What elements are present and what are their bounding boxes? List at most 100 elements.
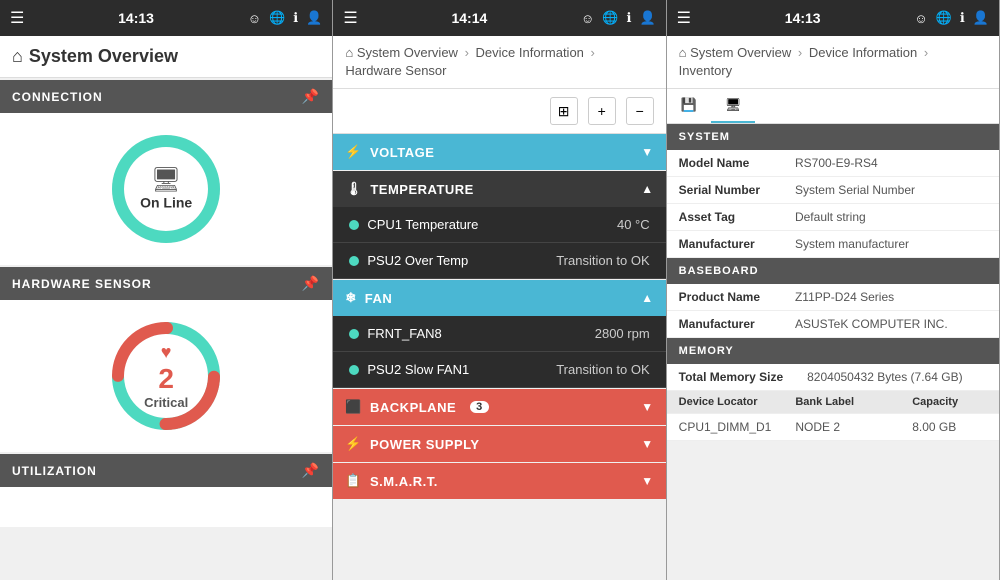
connection-donut: 🖥 On Line (106, 129, 226, 249)
topbar-panel3: ☰ 14:13 ☺ 🌐 ℹ 👤 (667, 0, 999, 36)
panel-hardware-sensor: ☰ 14:14 ☺ 🌐 ℹ 👤 ⌂ System Overview › Devi… (333, 0, 666, 580)
sensor-item-psu2-fan1: PSU2 Slow FAN1 Transition to OK (333, 352, 665, 388)
table-row: Manufacturer System manufacturer (667, 231, 999, 258)
page-title-panel1: ⌂ System Overview (0, 36, 332, 78)
critical-label: ♥ 2 Critical (144, 342, 188, 410)
critical-donut: ♥ 2 Critical (106, 316, 226, 436)
sensor-dot-psu2-temp (349, 256, 359, 266)
sensor-value-psu2-temp: Transition to OK (556, 253, 649, 268)
pin-icon-utilization: 📌 (302, 462, 320, 479)
pin-icon-connection: 📌 (302, 88, 320, 105)
voltage-icon: ⚡ (345, 144, 362, 160)
topbar-panel2: ☰ 14:14 ☺ 🌐 ℹ 👤 (333, 0, 665, 36)
panel-inventory: ☰ 14:13 ☺ 🌐 ℹ 👤 ⌂ System Overview › Devi… (667, 0, 1000, 580)
menu-icon-p3[interactable]: ☰ (677, 8, 691, 28)
menu-icon-p2[interactable]: ☰ (343, 8, 357, 28)
backplane-icon: ⬛ (345, 399, 362, 415)
manufacturer-base-key: Manufacturer (667, 311, 783, 338)
smart-icon: 📋 (345, 473, 362, 489)
table-row: Manufacturer ASUSTeK COMPUTER INC. (667, 311, 999, 338)
hardware-sensor-section-header: HARDWARE SENSOR 📌 (0, 267, 332, 300)
sensor-item-frnt-fan8: FRNT_FAN8 2800 rpm (333, 316, 665, 352)
grid-view-button[interactable]: ⊞ (550, 97, 578, 125)
sensor-item-cpu1-temp: CPU1 Temperature 40 °C (333, 207, 665, 243)
backplane-section: ⬛ BACKPLANE 3 ▼ (333, 389, 665, 425)
sensor-value-frnt-fan8: 2800 rpm (595, 326, 650, 341)
sensor-dot-frnt-fan8 (349, 329, 359, 339)
product-name-value: Z11PP-D24 Series (783, 284, 999, 311)
smart-label: S.M.A.R.T. (370, 474, 438, 489)
sensor-dot-cpu1 (349, 220, 359, 230)
memory-row: CPU1_DIMM_D1 NODE 2 8.00 GB (667, 414, 999, 441)
sensor-name-psu2-temp: PSU2 Over Temp (367, 253, 468, 268)
system-inv-header: SYSTEM (667, 124, 999, 150)
table-row: Asset Tag Default string (667, 204, 999, 231)
voltage-chevron: ▼ (641, 145, 653, 159)
power-supply-icon: ⚡ (345, 436, 362, 452)
memory-inv-header: MEMORY (667, 338, 999, 364)
breadcrumb-panel3: ⌂ System Overview › Device Information ›… (667, 36, 999, 89)
user-icon-p3: 👤 (973, 10, 989, 26)
table-row: Product Name Z11PP-D24 Series (667, 284, 999, 311)
critical-text: Critical (144, 395, 188, 410)
user-icon-p2: 👤 (639, 10, 655, 26)
temperature-section: 🌡 TEMPERATURE ▲ CPU1 Temperature 40 °C P… (333, 171, 665, 279)
baseboard-section-label: BASEBOARD (679, 265, 759, 277)
col-capacity: Capacity (900, 391, 999, 414)
voltage-label: VOLTAGE (370, 145, 434, 160)
utilization-content (0, 487, 332, 527)
temperature-chevron: ▲ (641, 182, 653, 196)
heart-icon: ♥ (144, 342, 188, 363)
utilization-section-header: UTILIZATION 📌 (0, 454, 332, 487)
connection-content: 🖥 On Line (0, 113, 332, 265)
time-panel1: 14:13 (32, 10, 239, 26)
menu-icon[interactable]: ☰ (10, 8, 24, 28)
memory-inv-table: Total Memory Size 8204050432 Bytes (7.64… (667, 364, 999, 391)
col-device-locator: Device Locator (667, 391, 784, 414)
manufacturer-sys-key: Manufacturer (667, 231, 783, 258)
user-icon-p1: 👤 (306, 10, 322, 26)
globe-icon-p1: 🌐 (269, 10, 285, 26)
monitor-icon: 🖥 (140, 166, 192, 195)
remove-button[interactable]: − (626, 97, 654, 125)
smile-icon-p3: ☺ (914, 11, 927, 26)
fan-header[interactable]: ❄ FAN ▲ (333, 280, 665, 316)
sensor-name-psu2-fan1: PSU2 Slow FAN1 (367, 362, 469, 377)
connection-label: CONNECTION (12, 90, 103, 104)
panel3-scroll: SYSTEM Model Name RS700-E9-RS4 Serial Nu… (667, 124, 999, 580)
backplane-header[interactable]: ⬛ BACKPLANE 3 ▼ (333, 389, 665, 425)
memory-col-headers: Device Locator Bank Label Capacity (667, 391, 999, 414)
power-supply-header[interactable]: ⚡ POWER SUPPLY ▼ (333, 426, 665, 462)
product-name-key: Product Name (667, 284, 783, 311)
utilization-label: UTILIZATION (12, 464, 97, 478)
power-supply-section: ⚡ POWER SUPPLY ▼ (333, 426, 665, 462)
panel-system-overview: ☰ 14:13 ☺ 🌐 ℹ 👤 ⌂ System Overview CONNEC… (0, 0, 333, 580)
total-memory-value: 8204050432 Bytes (7.64 GB) (795, 364, 999, 391)
panel1-scroll: CONNECTION 📌 🖥 On Line HARDWARE SENSOR 📌 (0, 78, 332, 580)
voltage-header[interactable]: ⚡ VOLTAGE ▼ (333, 134, 665, 170)
panel2-scroll: ⚡ VOLTAGE ▼ 🌡 TEMPERATURE ▲ CPU1 Tempera… (333, 134, 665, 580)
temperature-header[interactable]: 🌡 TEMPERATURE ▲ (333, 171, 665, 207)
info-icon-p3: ℹ (960, 10, 965, 26)
sensor-dot-psu2-fan1 (349, 365, 359, 375)
sensor-value-cpu1-temp: 40 °C (617, 217, 650, 232)
memory-section-label: MEMORY (679, 345, 734, 357)
backplane-badge: 3 (470, 401, 489, 413)
fan-section: ❄ FAN ▲ FRNT_FAN8 2800 rpm PSU2 Slow FAN… (333, 280, 665, 388)
breadcrumb-panel2: ⌂ System Overview › Device Information ›… (333, 36, 665, 89)
connection-status-label: 🖥 On Line (140, 166, 192, 213)
sensor-name-cpu1-temp: CPU1 Temperature (367, 217, 478, 232)
hdd-tab-icon: 💾 (681, 97, 697, 113)
info-icon-p1: ℹ (293, 10, 298, 26)
tab-bar-panel3: 💾 🖥 (667, 89, 999, 124)
toolbar-panel2: ⊞ + − (333, 89, 665, 134)
tab-server[interactable]: 🖥 (711, 89, 756, 123)
smart-header[interactable]: 📋 S.M.A.R.T. ▼ (333, 463, 665, 499)
add-button[interactable]: + (588, 97, 616, 125)
fan-icon: ❄ (345, 290, 356, 306)
time-panel3: 14:13 (699, 10, 906, 26)
baseboard-inv-header: BASEBOARD (667, 258, 999, 284)
mem-bank-val: NODE 2 (783, 414, 900, 441)
manufacturer-sys-value: System manufacturer (783, 231, 999, 258)
tab-hdd[interactable]: 💾 (667, 89, 711, 123)
